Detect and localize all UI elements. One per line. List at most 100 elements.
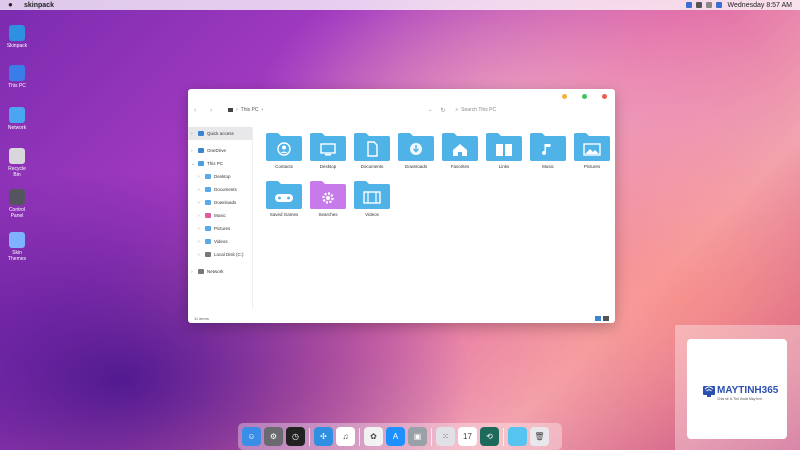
folder-item[interactable]: Saved Games <box>262 180 306 217</box>
dock-launchpad-icon[interactable]: ⁙ <box>436 427 455 446</box>
sidebar-item-icon <box>205 239 211 244</box>
book-icon <box>482 132 526 162</box>
control-center-icon[interactable] <box>705 2 712 8</box>
folder-item[interactable]: Contacts <box>262 132 306 169</box>
expand-chevron-icon[interactable]: › <box>191 148 198 154</box>
dock-app-store-icon[interactable]: A <box>386 427 405 446</box>
expand-chevron-icon[interactable]: › <box>198 174 205 180</box>
folder-item[interactable]: Pictures <box>570 132 614 169</box>
desktop-icon[interactable]: Control Panel <box>4 189 30 219</box>
wifi-icon[interactable] <box>685 2 692 8</box>
chevron-down-icon[interactable]: ⌄ <box>428 107 432 113</box>
expand-chevron-icon[interactable]: › <box>191 131 198 137</box>
desktop-icon[interactable]: Skinpack <box>4 25 30 49</box>
sidebar-item-label: This PC <box>207 161 224 166</box>
folder-item[interactable]: Videos <box>350 180 394 217</box>
apple-menu-icon[interactable]: ● <box>8 1 16 9</box>
desktop-icon-label: This PC <box>8 83 26 89</box>
folder-item[interactable]: Documents <box>350 132 394 169</box>
dock-separator <box>359 427 360 446</box>
expand-chevron-icon[interactable]: › <box>198 252 205 258</box>
home-icon <box>438 132 482 162</box>
desktop-icon-label: Recycle Bin <box>8 166 26 178</box>
breadcrumb-item[interactable]: This PC <box>241 107 259 113</box>
back-arrow-icon[interactable]: ‹ <box>194 107 204 114</box>
folder-item[interactable]: Downloads <box>394 132 438 169</box>
expand-chevron-icon[interactable]: › <box>198 226 205 232</box>
folder-label: Downloads <box>404 164 428 169</box>
expand-chevron-icon[interactable]: ⌄ <box>191 161 198 167</box>
dock-settings-icon[interactable]: ⚙ <box>264 427 283 446</box>
desktop-icon[interactable]: This PC <box>4 65 30 89</box>
sidebar-item[interactable]: › Local Disk (C:) <box>188 248 252 261</box>
desktop-icon[interactable]: Skin Themes <box>4 232 30 262</box>
desktop-icon-image <box>9 107 25 123</box>
search-icon[interactable] <box>695 2 702 8</box>
dock-preview-icon[interactable]: ▣ <box>408 427 427 446</box>
maximize-button[interactable] <box>582 94 587 99</box>
gamepad-icon <box>262 180 306 210</box>
menu-bar: ● skinpack Wednesday 8:57 AM <box>0 0 800 10</box>
sidebar-item[interactable]: › Videos <box>188 235 252 248</box>
minimize-button[interactable] <box>562 94 567 99</box>
desktop-icon[interactable]: Network <box>4 107 30 131</box>
folder-label: Documents <box>360 164 384 169</box>
sidebar-item[interactable]: › OneDrive <box>188 144 252 157</box>
dock-safari-icon[interactable]: ✣ <box>314 427 333 446</box>
dock-clock-icon[interactable]: ◷ <box>286 427 305 446</box>
sidebar-item[interactable]: › Desktop <box>188 170 252 183</box>
sidebar-item[interactable]: ⌄ This PC <box>188 157 252 170</box>
pc-icon <box>228 108 233 112</box>
expand-chevron-icon[interactable]: › <box>198 187 205 193</box>
dock-calendar-icon[interactable]: 17 <box>458 427 477 446</box>
watermark-logo-icon <box>703 386 715 397</box>
breadcrumb-chevron-icon: › <box>261 107 264 113</box>
expand-chevron-icon[interactable]: › <box>198 200 205 206</box>
details-view-icon[interactable] <box>595 316 601 321</box>
sidebar-item[interactable]: › Downloads <box>188 196 252 209</box>
watermark: MAYTINH365 Chia sẻ & Thủ thuật Máy tính <box>675 325 800 450</box>
sidebar-item-icon <box>198 148 204 153</box>
expand-chevron-icon[interactable]: › <box>191 269 198 275</box>
menu-clock[interactable]: Wednesday 8:57 AM <box>728 2 792 9</box>
active-app-name[interactable]: skinpack <box>24 2 54 9</box>
sidebar-item-label: Videos <box>214 239 228 244</box>
dock-separator <box>503 427 504 446</box>
sidebar-item[interactable]: › Quick access <box>188 127 252 140</box>
watermark-card: MAYTINH365 Chia sẻ & Thủ thuật Máy tính <box>687 339 787 439</box>
watermark-brand: MAYTINH365 <box>717 385 779 396</box>
refresh-icon[interactable]: ↻ <box>440 107 445 114</box>
folder-label: Links <box>498 164 510 169</box>
expand-chevron-icon[interactable]: › <box>198 239 205 245</box>
battery-icon[interactable] <box>715 2 722 8</box>
breadcrumb[interactable]: › This PC › <box>228 107 263 113</box>
desktop-icon-image <box>9 65 25 81</box>
dock-downloads-folder-icon[interactable] <box>508 427 527 446</box>
folder-item[interactable]: Links <box>482 132 526 169</box>
dock-music-icon[interactable]: ♫ <box>336 427 355 446</box>
sidebar-item-label: Quick access <box>207 131 234 136</box>
dock-time-machine-icon[interactable]: ⟲ <box>480 427 499 446</box>
forward-arrow-icon[interactable]: › <box>210 107 220 114</box>
dock-finder-icon[interactable]: ☺ <box>242 427 261 446</box>
sidebar-item[interactable]: › Network <box>188 265 252 278</box>
folder-item[interactable]: Searches <box>306 180 350 217</box>
dock-photos-icon[interactable]: ✿ <box>364 427 383 446</box>
sidebar-item[interactable]: › Documents <box>188 183 252 196</box>
sidebar-item-label: Downloads <box>214 200 237 205</box>
close-button[interactable] <box>602 94 607 99</box>
sidebar-item[interactable]: › Pictures <box>188 222 252 235</box>
sidebar-item[interactable]: › Music <box>188 209 252 222</box>
expand-chevron-icon[interactable]: › <box>198 213 205 219</box>
folder-item[interactable]: Music <box>526 132 570 169</box>
dock-separator <box>309 427 310 446</box>
sidebar-item-label: Local Disk (C:) <box>214 252 244 257</box>
sidebar-item-icon <box>205 252 211 257</box>
folder-item[interactable]: Favorites <box>438 132 482 169</box>
folder-item[interactable]: Desktop <box>306 132 350 169</box>
sidebar-item-label: Desktop <box>214 174 231 179</box>
large-icons-view-icon[interactable] <box>603 316 609 321</box>
dock-trash-icon[interactable]: 🗑 <box>530 427 549 446</box>
desktop-icon[interactable]: Recycle Bin <box>4 148 30 178</box>
search-box[interactable]: ⌕ Search This PC <box>455 107 496 113</box>
